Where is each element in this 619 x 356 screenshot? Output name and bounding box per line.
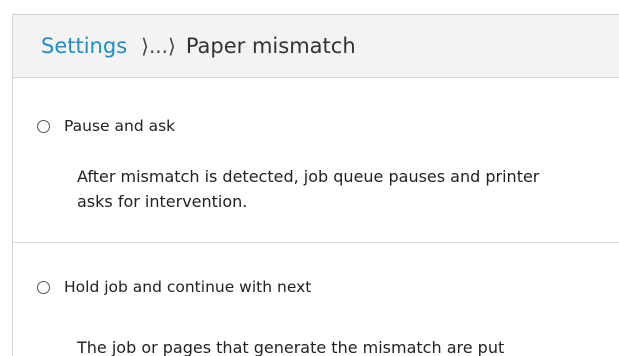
settings-panel: Settings ⟩...⟩ Paper mismatch Pause and … <box>12 14 619 356</box>
page-title: Paper mismatch <box>185 34 356 58</box>
option-hold-job-and-continue-row[interactable]: Hold job and continue with next <box>13 243 619 297</box>
breadcrumb-separator[interactable]: ⟩...⟩ <box>141 34 176 58</box>
header-bar: Settings ⟩...⟩ Paper mismatch <box>13 15 619 78</box>
breadcrumb-settings-link[interactable]: Settings <box>41 34 127 58</box>
option-description: The job or pages that generate the misma… <box>77 338 505 356</box>
option-hold-job-and-continue: Hold job and continue with next The job … <box>13 243 619 356</box>
option-description: After mismatch is detected, job queue pa… <box>77 167 540 211</box>
option-pause-and-ask-row[interactable]: Pause and ask <box>13 78 619 136</box>
radio-pause-and-ask[interactable] <box>37 119 50 133</box>
option-label: Hold job and continue with next <box>64 278 312 296</box>
option-pause-and-ask: Pause and ask After mismatch is detected… <box>13 78 619 243</box>
option-label: Pause and ask <box>64 117 176 135</box>
radio-hold-job-and-continue[interactable] <box>37 280 50 294</box>
